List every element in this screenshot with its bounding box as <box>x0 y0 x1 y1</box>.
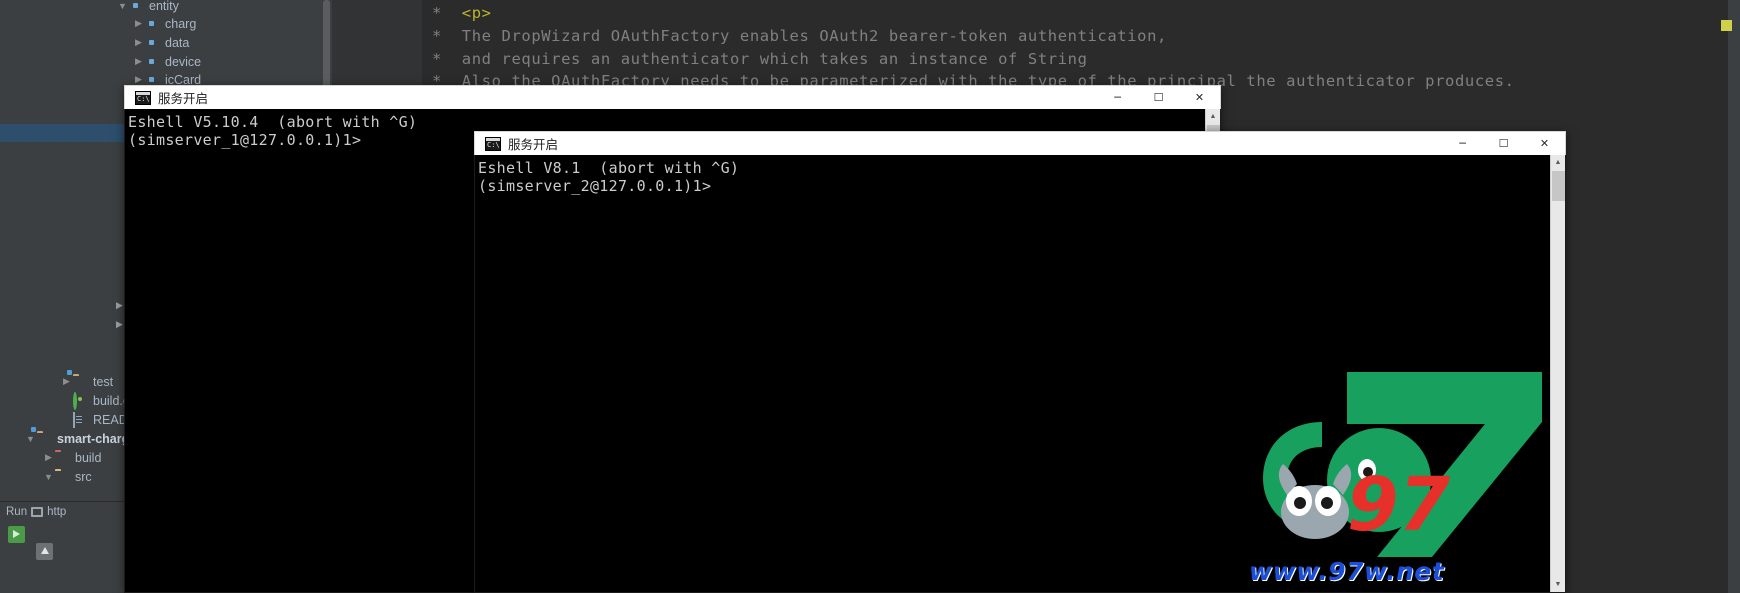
chevron-right-icon[interactable]: ▶ <box>132 37 145 48</box>
tree-item-data[interactable]: ▶ data <box>132 33 189 52</box>
code-line: * The DropWizard OAuthFactory enables OA… <box>432 27 1167 45</box>
tree-selection-highlight <box>0 124 125 142</box>
folder-plain-icon <box>55 470 70 483</box>
run-icon <box>31 507 44 517</box>
console-line: Eshell V5.10.4 (abort with ^G) <box>128 113 418 131</box>
watermark: 97 www.97w.net <box>1227 362 1557 592</box>
tree-item-entity[interactable]: ▼ entity <box>116 0 179 15</box>
tree-item-charg[interactable]: ▶ charg <box>132 14 196 33</box>
gradle-icon <box>73 392 88 410</box>
package-icon <box>145 17 160 30</box>
console-window-2-body[interactable]: Eshell V8.1 (abort with ^G) (simserver_2… <box>474 155 1566 593</box>
tree-item-test[interactable]: ▶ test <box>60 372 113 391</box>
console-line: Eshell V8.1 (abort with ^G) <box>478 159 740 177</box>
chevron-down-icon[interactable]: ▼ <box>24 434 37 444</box>
module-icon <box>37 432 52 445</box>
scrollbar-thumb[interactable] <box>1552 171 1565 201</box>
minimize-button[interactable]: ─ <box>1442 132 1483 155</box>
close-button[interactable]: ✕ <box>1179 86 1220 109</box>
chevron-down-icon[interactable]: ▼ <box>42 472 55 482</box>
close-button[interactable]: ✕ <box>1524 132 1565 155</box>
scroll-up-button[interactable] <box>36 543 53 560</box>
chevron-right-icon[interactable]: ▶ <box>116 300 123 311</box>
rerun-button[interactable] <box>8 526 25 543</box>
document-icon <box>73 412 88 428</box>
tree-item-src[interactable]: ▼ src <box>42 467 92 486</box>
package-icon <box>145 36 160 49</box>
console-icon: C:\ <box>485 136 501 151</box>
folder-source-icon <box>73 375 88 388</box>
tree-item-label: charg <box>165 16 197 31</box>
console-window-2[interactable]: C:\ 服务开启 ─ ☐ ✕ Eshell V8.1 (abort with ^… <box>474 131 1566 593</box>
console-icon: C:\ <box>135 90 151 105</box>
code-text: <p> <box>461 4 492 22</box>
console-window-1-titlebar[interactable]: C:\ 服务开启 ─ ☐ ✕ <box>124 85 1221 109</box>
tree-item-label: src <box>75 469 92 484</box>
editor-marker[interactable] <box>1721 20 1732 31</box>
tree-item-label: test <box>93 374 114 389</box>
code-text: and requires an authenticator which take… <box>461 50 1088 68</box>
chevron-right-icon[interactable]: ▶ <box>60 376 73 387</box>
tree-item-label: build <box>75 450 102 465</box>
watermark-logo-icon: 97 <box>1263 372 1542 557</box>
run-toolbar[interactable]: Run http <box>6 506 66 518</box>
scroll-up-arrow-icon[interactable]: ▲ <box>1206 109 1220 124</box>
tree-item-build[interactable]: ▶ build <box>42 448 101 467</box>
tree-item-label: device <box>165 54 202 69</box>
watermark-logo-text: 97 <box>1347 462 1450 548</box>
scroll-down-arrow-icon[interactable]: ▼ <box>1551 577 1565 592</box>
console-line: (simserver_2@127.0.0.1)1> <box>478 177 712 195</box>
chevron-right-icon[interactable]: ▶ <box>132 74 145 85</box>
code-text: The DropWizard OAuthFactory enables OAut… <box>461 27 1167 45</box>
console-window-2-titlebar[interactable]: C:\ 服务开启 ─ ☐ ✕ <box>474 131 1566 155</box>
maximize-button[interactable]: ☐ <box>1483 132 1524 155</box>
console-window-2-scrollbar[interactable]: ▲ ▼ <box>1550 155 1565 592</box>
console-window-2-title: 服务开启 <box>508 137 559 152</box>
package-icon <box>145 55 160 68</box>
tree-item-label: smart-charg <box>57 431 130 446</box>
maximize-button[interactable]: ☐ <box>1138 86 1179 109</box>
chevron-right-icon[interactable]: ▶ <box>42 452 55 463</box>
chevron-right-icon[interactable]: ▶ <box>116 319 123 330</box>
chevron-down-icon[interactable]: ▼ <box>116 1 129 11</box>
http-label: http <box>47 506 67 518</box>
watermark-url: www.97w.net <box>1249 557 1445 586</box>
code-line: * and requires an authenticator which ta… <box>432 50 1088 68</box>
tree-item-device[interactable]: ▶ device <box>132 52 201 71</box>
tree-item-label: entity <box>149 0 179 13</box>
chevron-right-icon[interactable]: ▶ <box>132 18 145 29</box>
console-window-2-controls[interactable]: ─ ☐ ✕ <box>1442 132 1565 155</box>
scroll-up-arrow-icon[interactable]: ▲ <box>1551 155 1565 170</box>
console-window-1-controls[interactable]: ─ ☐ ✕ <box>1097 86 1220 109</box>
chevron-right-icon[interactable]: ▶ <box>132 56 145 67</box>
screen-root: * <p> * The DropWizard OAuthFactory enab… <box>0 0 1740 593</box>
folder-red-icon <box>55 451 70 464</box>
package-icon <box>129 0 144 12</box>
console-window-1-title: 服务开启 <box>158 91 209 106</box>
run-tool-window[interactable]: Run http <box>0 501 125 593</box>
editor-scrollbar[interactable] <box>1728 0 1740 593</box>
minimize-button[interactable]: ─ <box>1097 86 1138 109</box>
code-line: * <p> <box>432 4 492 22</box>
tree-item-smart-charge[interactable]: ▼ smart-charg <box>24 429 129 448</box>
run-label: Run <box>6 506 28 518</box>
tree-item-label: data <box>165 35 190 50</box>
